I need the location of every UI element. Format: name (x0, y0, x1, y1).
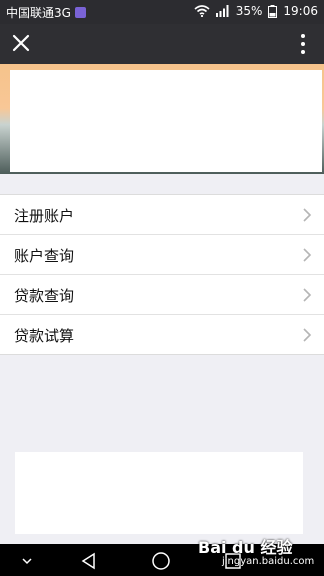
watermark: Bai du 经验 jingyan.baidu.com (198, 534, 314, 567)
battery-percent: 35% (235, 4, 263, 18)
status-left: 中国联通3G (6, 4, 86, 21)
more-options-icon[interactable] (300, 33, 306, 55)
banner-card (10, 70, 322, 172)
chevron-right-icon (303, 328, 312, 342)
chevron-down-icon[interactable] (16, 550, 38, 572)
chevron-right-icon (303, 288, 312, 302)
signal-icon (215, 5, 229, 17)
service-menu: 注册账户 账户查询 贷款查询 贷款试算 (0, 194, 324, 355)
chevron-right-icon (303, 208, 312, 222)
menu-item-label: 注册账户 (14, 207, 75, 225)
menu-item-account-query[interactable]: 账户查询 (0, 235, 324, 275)
menu-item-loan-query[interactable]: 贷款查询 (0, 275, 324, 315)
chevron-right-icon (303, 248, 312, 262)
menu-item-label: 账户查询 (14, 247, 75, 265)
notification-icon (74, 7, 86, 18)
status-bar: 中国联通3G 35% 19:06 (0, 0, 324, 24)
back-icon[interactable] (78, 550, 100, 572)
menu-item-loan-calculator[interactable]: 贷款试算 (0, 315, 324, 354)
menu-item-label: 贷款查询 (14, 287, 75, 305)
webview-top-bar (0, 24, 324, 64)
home-icon[interactable] (150, 550, 172, 572)
carrier-text: 中国联通3G (6, 6, 71, 20)
status-right: 35% 19:06 (194, 4, 318, 18)
wifi-icon (194, 5, 210, 17)
clock: 19:06 (283, 4, 318, 18)
watermark-url: jingyan.baidu.com (222, 556, 315, 567)
watermark-logo: Bai du 经验 (198, 538, 293, 557)
banner-image (0, 64, 324, 174)
bottom-card (15, 452, 303, 534)
close-icon[interactable] (12, 34, 30, 52)
menu-item-register-account[interactable]: 注册账户 (0, 195, 324, 235)
battery-icon (268, 4, 278, 18)
menu-item-label: 贷款试算 (14, 327, 75, 345)
